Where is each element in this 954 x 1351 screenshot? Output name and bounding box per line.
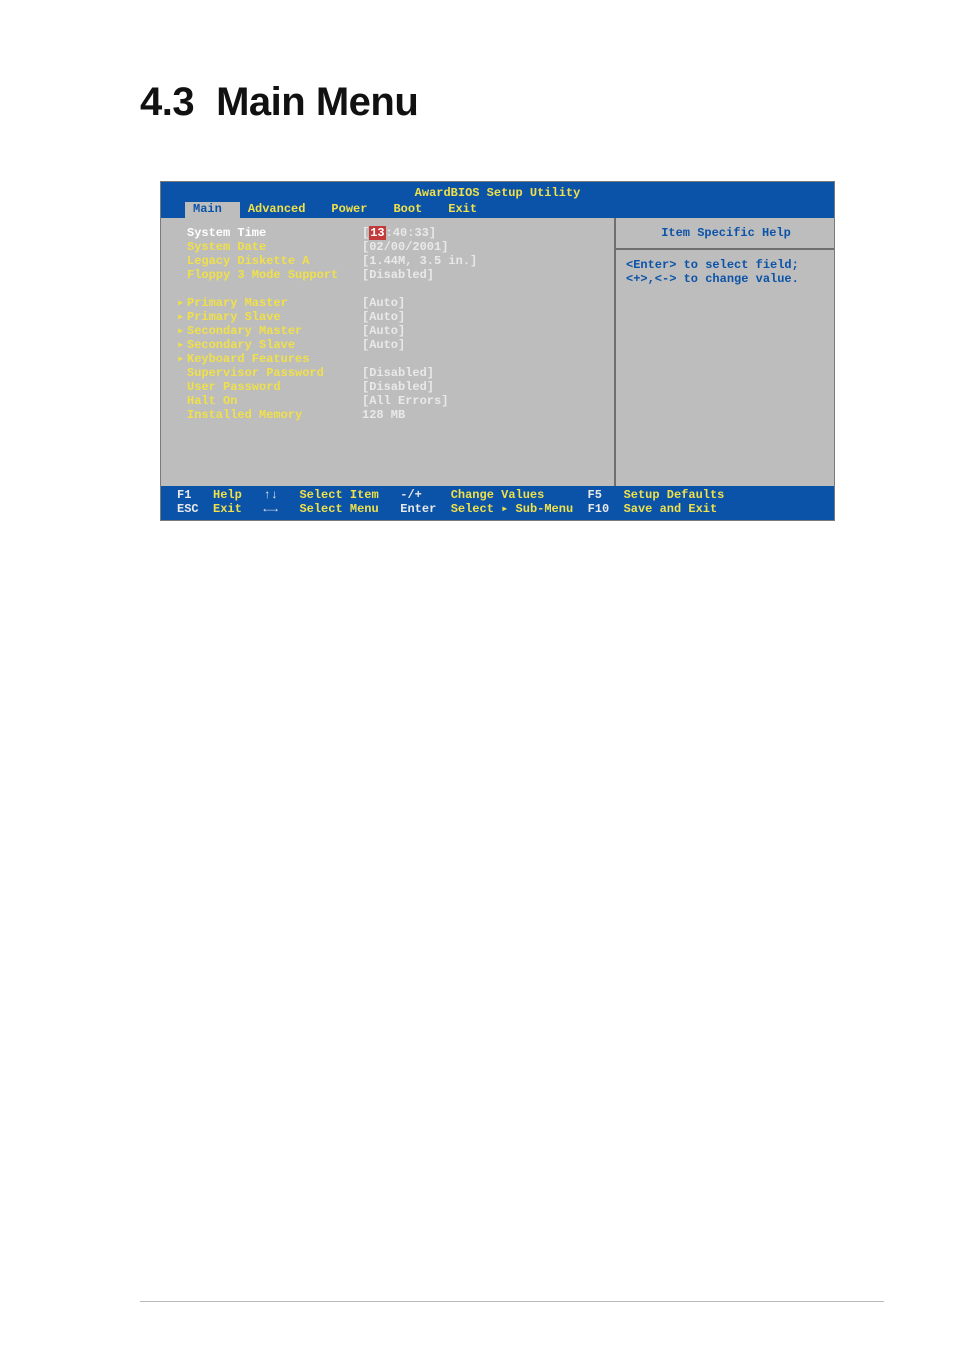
section-title-text: Main Menu bbox=[216, 80, 418, 124]
help-text: <Enter> to select field; <+>,<-> to chan… bbox=[626, 258, 826, 286]
row-legacy-diskette-a[interactable]: Legacy Diskette A [1.44M, 3.5 in.] bbox=[177, 254, 610, 268]
key-f5: F5 bbox=[588, 488, 602, 502]
page-footer-rule bbox=[140, 1301, 884, 1302]
label-installed-memory: Installed Memory bbox=[187, 408, 362, 422]
tab-advanced[interactable]: Advanced bbox=[240, 202, 324, 218]
bios-topbar: AwardBIOS Setup Utility Main Advanced Po… bbox=[161, 182, 834, 218]
row-secondary-slave[interactable]: ▸ Secondary Slave [Auto] bbox=[177, 338, 610, 352]
tab-exit[interactable]: Exit bbox=[440, 202, 495, 218]
bios-help-panel: Item Specific Help <Enter> to select fie… bbox=[616, 218, 834, 486]
row-system-date[interactable]: System Date [02/00/2001] bbox=[177, 240, 610, 254]
value-floppy-3-mode[interactable]: [Disabled] bbox=[362, 268, 434, 282]
label-change-values: Change Values bbox=[451, 488, 545, 502]
key-esc: ESC bbox=[177, 502, 199, 516]
row-primary-master[interactable]: ▸ Primary Master [Auto] bbox=[177, 296, 610, 310]
tab-boot[interactable]: Boot bbox=[385, 202, 440, 218]
label-supervisor-password: Supervisor Password bbox=[187, 366, 362, 380]
key-f10: F10 bbox=[588, 502, 610, 516]
label-save-and-exit: Save and Exit bbox=[624, 502, 718, 516]
bios-body: System Time [13:40:33] System Date [02/0… bbox=[161, 218, 834, 486]
label-secondary-slave: Secondary Slave bbox=[187, 338, 362, 352]
row-installed-memory: Installed Memory 128 MB bbox=[177, 408, 610, 422]
triangle-icon: ▸ bbox=[177, 338, 187, 352]
label-user-password: User Password bbox=[187, 380, 362, 394]
triangle-icon: ▸ bbox=[177, 324, 187, 338]
label-system-time: System Time bbox=[187, 226, 362, 240]
value-system-time[interactable]: [13:40:33] bbox=[362, 226, 436, 240]
section-number: 4.3 bbox=[140, 80, 216, 124]
value-secondary-slave[interactable]: [Auto] bbox=[362, 338, 405, 352]
triangle-icon: ▸ bbox=[177, 310, 187, 324]
value-system-date[interactable]: [02/00/2001] bbox=[362, 240, 448, 254]
row-system-time[interactable]: System Time [13:40:33] bbox=[177, 226, 610, 240]
value-installed-memory: 128 MB bbox=[362, 408, 405, 422]
value-legacy-diskette-a[interactable]: [1.44M, 3.5 in.] bbox=[362, 254, 477, 268]
label-primary-master: Primary Master bbox=[187, 296, 362, 310]
row-keyboard-features[interactable]: ▸ Keyboard Features bbox=[177, 352, 610, 366]
label-select-menu: Select Menu bbox=[299, 502, 378, 516]
help-divider bbox=[616, 248, 834, 250]
label-legacy-diskette-a: Legacy Diskette A bbox=[187, 254, 362, 268]
label-help: Help bbox=[213, 488, 242, 502]
label-halt-on: Halt On bbox=[187, 394, 362, 408]
bios-footer: F1 Help ↑↓ Select Item -/+ Change Values… bbox=[161, 486, 834, 520]
row-secondary-master[interactable]: ▸ Secondary Master [Auto] bbox=[177, 324, 610, 338]
row-halt-on[interactable]: Halt On [All Errors] bbox=[177, 394, 610, 408]
label-keyboard-features: Keyboard Features bbox=[187, 352, 362, 366]
bios-screenshot: AwardBIOS Setup Utility Main Advanced Po… bbox=[160, 181, 835, 521]
row-gap bbox=[177, 282, 610, 296]
value-supervisor-password[interactable]: [Disabled] bbox=[362, 366, 434, 380]
row-primary-slave[interactable]: ▸ Primary Slave [Auto] bbox=[177, 310, 610, 324]
value-secondary-master[interactable]: [Auto] bbox=[362, 324, 405, 338]
bios-title: AwardBIOS Setup Utility bbox=[165, 184, 830, 202]
row-supervisor-password[interactable]: Supervisor Password [Disabled] bbox=[177, 366, 610, 380]
row-user-password[interactable]: User Password [Disabled] bbox=[177, 380, 610, 394]
tab-power[interactable]: Power bbox=[323, 202, 385, 218]
key-enter: Enter bbox=[400, 502, 436, 516]
triangle-icon: ▸ bbox=[177, 296, 187, 310]
triangle-icon: ▸ bbox=[177, 352, 187, 366]
tab-main[interactable]: Main bbox=[185, 202, 240, 218]
label-exit: Exit bbox=[213, 502, 242, 516]
bios-tabs: Main Advanced Power Boot Exit bbox=[165, 202, 830, 218]
row-floppy-3-mode[interactable]: Floppy 3 Mode Support [Disabled] bbox=[177, 268, 610, 282]
key-plusminus: -/+ bbox=[400, 488, 422, 502]
label-secondary-master: Secondary Master bbox=[187, 324, 362, 338]
label-primary-slave: Primary Slave bbox=[187, 310, 362, 324]
label-floppy-3-mode: Floppy 3 Mode Support bbox=[187, 268, 362, 282]
label-select-item: Select Item bbox=[299, 488, 378, 502]
key-leftright: ←→ bbox=[263, 502, 277, 516]
value-primary-master[interactable]: [Auto] bbox=[362, 296, 405, 310]
bios-settings-panel: System Time [13:40:33] System Date [02/0… bbox=[161, 218, 616, 486]
label-select-submenu: Select ▸ Sub-Menu bbox=[451, 502, 573, 516]
label-system-date: System Date bbox=[187, 240, 362, 254]
section-heading: 4.3Main Menu bbox=[140, 80, 884, 125]
label-setup-defaults: Setup Defaults bbox=[624, 488, 725, 502]
help-title: Item Specific Help bbox=[626, 226, 826, 246]
key-f1: F1 bbox=[177, 488, 191, 502]
value-primary-slave[interactable]: [Auto] bbox=[362, 310, 405, 324]
submenu-marker bbox=[177, 226, 187, 240]
value-user-password[interactable]: [Disabled] bbox=[362, 380, 434, 394]
key-updown: ↑↓ bbox=[263, 488, 277, 502]
value-halt-on[interactable]: [All Errors] bbox=[362, 394, 448, 408]
